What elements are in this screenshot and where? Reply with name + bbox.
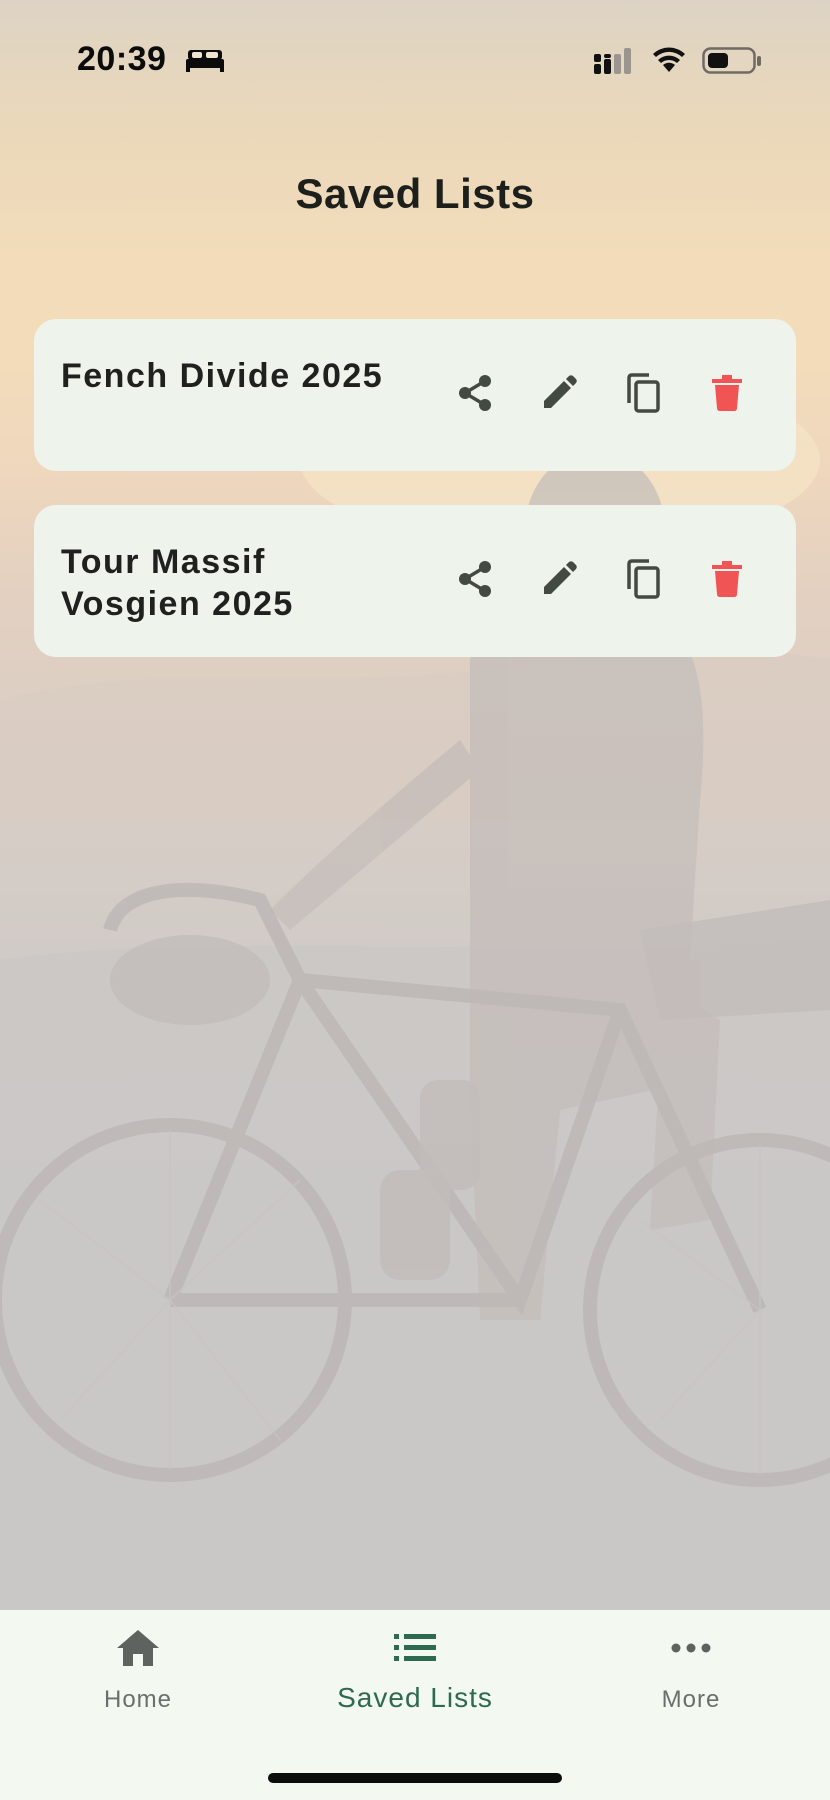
copy-button[interactable] xyxy=(615,553,671,609)
edit-button[interactable] xyxy=(531,367,587,423)
nav-label-saved-lists: Saved Lists xyxy=(337,1682,493,1713)
copy-icon xyxy=(625,372,661,418)
home-icon xyxy=(28,1626,248,1670)
delete-button[interactable] xyxy=(699,553,755,609)
bottom-navigation: Home Saved Lists More xyxy=(0,1610,830,1800)
list-icon xyxy=(305,1626,525,1670)
background-image xyxy=(0,0,830,1610)
cellular-signal-icon xyxy=(594,48,636,81)
share-icon xyxy=(457,374,493,417)
edit-button[interactable] xyxy=(531,553,587,609)
wifi-icon xyxy=(651,46,687,79)
edit-icon xyxy=(541,560,577,602)
cyclist-illustration xyxy=(0,370,830,1610)
nav-item-saved-lists[interactable]: Saved Lists xyxy=(305,1610,525,1740)
share-icon xyxy=(457,560,493,603)
edit-icon xyxy=(541,374,577,416)
saved-list-card[interactable]: Tour Massif Vosgien 2025 xyxy=(34,505,796,657)
status-time: 20:39 xyxy=(77,40,167,78)
share-button[interactable] xyxy=(447,367,503,423)
delete-icon xyxy=(712,374,742,416)
nav-item-home[interactable]: Home xyxy=(28,1610,248,1740)
nav-label-home: Home xyxy=(103,1686,173,1713)
battery-icon xyxy=(702,47,762,80)
nav-label-more: More xyxy=(661,1686,721,1713)
bed-icon xyxy=(186,46,224,79)
nav-item-more[interactable]: More xyxy=(581,1610,801,1740)
home-indicator xyxy=(268,1773,562,1783)
copy-icon xyxy=(625,558,661,604)
delete-button[interactable] xyxy=(699,367,755,423)
saved-list-card[interactable]: Fench Divide 2025 xyxy=(34,319,796,471)
more-horizontal-icon xyxy=(581,1626,801,1670)
copy-button[interactable] xyxy=(615,367,671,423)
share-button[interactable] xyxy=(447,553,503,609)
delete-icon xyxy=(712,560,742,602)
page-title: Saved Lists xyxy=(295,170,535,217)
